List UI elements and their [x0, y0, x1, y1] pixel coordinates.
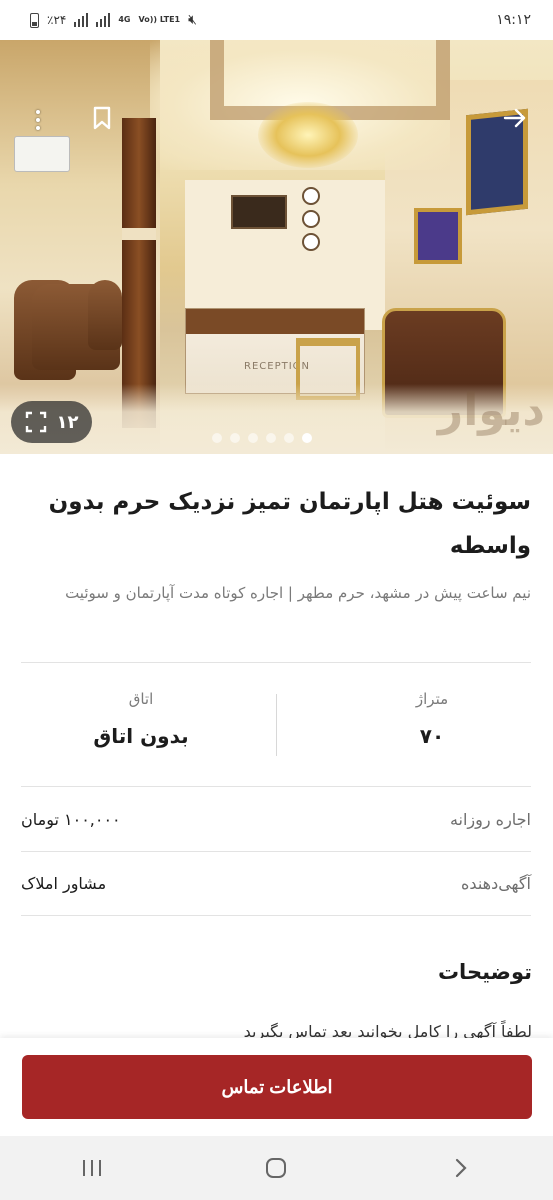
more-options-button[interactable] — [22, 104, 54, 136]
back-button[interactable] — [499, 102, 531, 134]
pager-dot — [284, 433, 294, 443]
wall-tv — [231, 195, 287, 229]
pager-dot — [302, 433, 312, 443]
listing-subtitle: نیم ساعت پیش در مشهد، حرم مطهر | اجاره ک… — [65, 584, 531, 602]
arrow-right-icon — [503, 108, 526, 128]
contact-info-button[interactable]: اطلاعات تماس — [22, 1055, 532, 1119]
photo-pager — [212, 433, 312, 443]
detail-key: آگهی‌دهنده — [461, 873, 531, 893]
divider — [21, 662, 531, 663]
photo-gallery-button[interactable]: ۱۲ — [11, 401, 92, 443]
battery-icon — [30, 12, 39, 28]
stat-label-rooms: اتاق — [128, 690, 154, 708]
divider — [21, 851, 531, 852]
detail-row-advertiser: آگهی‌دهنده مشاور املاک — [21, 868, 531, 898]
more-vert-icon — [36, 108, 40, 132]
stat-area: متراژ ۷۰ — [332, 690, 532, 748]
stat-label-area: متراژ — [415, 690, 449, 708]
back-nav-button[interactable] — [431, 1148, 491, 1188]
status-time: ۱۹:۱۲ — [496, 12, 531, 28]
wood-pillar — [122, 118, 156, 428]
watermark: دیوار — [437, 385, 545, 436]
photo-count: ۱۲ — [56, 411, 79, 433]
pager-dot — [230, 433, 240, 443]
network-type: 4G — [118, 15, 131, 24]
system-nav-bar — [0, 1136, 553, 1200]
battery-level: ٪۲۴ — [47, 13, 67, 27]
mute-icon: 🔇︎ — [188, 12, 197, 28]
detail-value: مشاور املاک — [21, 873, 107, 893]
detail-value: ۱۰۰,۰۰۰ تومان — [21, 809, 121, 829]
volte-indicator: Vo)) LTE1 — [138, 15, 181, 24]
stat-rooms: اتاق بدون اتاق — [41, 690, 241, 748]
description-heading: توضیحات — [437, 960, 532, 984]
bookmark-button[interactable] — [86, 102, 118, 134]
home-button[interactable] — [246, 1148, 306, 1188]
recent-apps-icon — [83, 1160, 102, 1176]
pager-dot — [212, 433, 222, 443]
chandelier — [258, 102, 358, 168]
status-icons: ٪۲۴ 4G Vo)) LTE1 🔇︎ — [30, 12, 197, 28]
signal-icon — [74, 13, 89, 27]
detail-key: اجاره روزانه — [449, 809, 531, 829]
stat-value-rooms: بدون اتاق — [93, 724, 189, 748]
stat-value-area: ۷۰ — [419, 724, 445, 748]
bottom-action-bar: اطلاعات تماس — [0, 1038, 553, 1136]
painting-small — [414, 208, 462, 264]
detail-row-daily-rent: اجاره روزانه ۱۰۰,۰۰۰ تومان — [21, 804, 531, 834]
listing-photo[interactable]: RECEPTION دیوار — [0, 40, 553, 454]
stat-divider — [276, 694, 277, 756]
home-icon — [266, 1158, 287, 1178]
status-bar: ٪۲۴ 4G Vo)) LTE1 🔇︎ ۱۹:۱۲ — [0, 0, 553, 40]
bookmark-icon — [93, 106, 111, 130]
divider — [21, 786, 531, 787]
pager-dot — [248, 433, 258, 443]
chevron-right-icon — [455, 1158, 467, 1178]
signal-icon-2 — [96, 13, 111, 27]
pager-dot — [266, 433, 276, 443]
recent-apps-button[interactable] — [62, 1148, 122, 1188]
fullscreen-icon — [25, 411, 46, 433]
divider — [21, 915, 531, 916]
air-conditioner — [14, 136, 70, 172]
listing-title: سوئیت هتل اپارتمان تمیز نزدیک حرم بدون و… — [48, 489, 531, 559]
